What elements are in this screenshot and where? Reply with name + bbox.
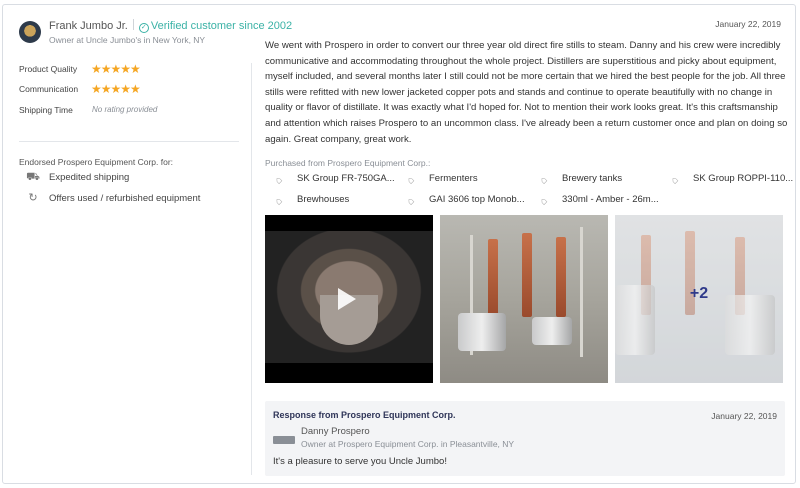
response-date: January 22, 2019 <box>711 411 777 421</box>
check-circle-icon: ✓ <box>138 23 149 33</box>
reviewer-name[interactable]: Frank Jumbo Jr. <box>49 20 128 32</box>
review-video[interactable] <box>265 215 433 383</box>
company-response: Response from Prospero Equipment Corp. J… <box>265 401 785 476</box>
more-photos[interactable]: +2 <box>615 215 783 383</box>
endorse-title: Endorsed Prospero Equipment Corp. for: <box>19 157 174 167</box>
photo-detail <box>522 233 532 317</box>
photo-detail <box>532 317 572 345</box>
reviewer-title: Owner at Uncle Jumbo's in New York, NY <box>49 35 206 45</box>
tag-icon: ⌂ <box>537 195 550 208</box>
review-photo[interactable] <box>440 215 608 383</box>
product-tag[interactable]: ⌂ Fermenters <box>404 173 478 187</box>
tag-icon: ⌂ <box>272 174 285 187</box>
column-divider <box>251 63 252 475</box>
endorsement-used-equipment: ↻ Offers used / refurbished equipment <box>25 191 200 205</box>
tag-icon: ⌂ <box>404 195 417 208</box>
photo-detail <box>488 239 498 317</box>
star-rating: ★★★★★ <box>91 62 141 76</box>
photo-detail <box>580 227 583 357</box>
responder-role: Owner at Prospero Equipment Corp. in Ple… <box>301 439 515 449</box>
product-tag[interactable]: ⌂ Brewery tanks <box>537 173 622 187</box>
refresh-icon: ↻ <box>28 192 38 204</box>
reviewer-header: Frank Jumbo Jr. ✓ Verified customer since … <box>49 19 292 33</box>
company-logo <box>273 436 295 444</box>
purchased-label: Purchased from Prospero Equipment Corp.: <box>265 158 431 168</box>
review-body: We went with Prospero in order to conver… <box>265 40 788 145</box>
play-icon[interactable] <box>338 288 356 310</box>
star-rating: ★★★★★ <box>91 82 141 96</box>
product-tag[interactable]: ⌂ GAI 3606 top Monob... <box>404 194 525 208</box>
tag-icon: ⌂ <box>537 174 550 187</box>
review-card: Frank Jumbo Jr. ✓ Verified customer since … <box>2 4 796 484</box>
product-tag[interactable]: ⌂ SK Group FR-750GA... <box>272 173 395 187</box>
tag-icon: ⌂ <box>272 195 285 208</box>
rating-label: Product Quality <box>19 64 78 74</box>
rating-label: Communication <box>19 84 79 94</box>
photo-detail <box>556 237 566 317</box>
no-rating-text: No rating provided <box>92 105 158 114</box>
endorsement-expedited-shipping: ⛟ Expedited shipping <box>26 171 130 183</box>
rating-shipping-time: Shipping Time No rating provided <box>19 105 259 119</box>
truck-icon: ⛟ <box>26 171 40 183</box>
tag-icon: ⌂ <box>668 174 681 187</box>
tag-icon: ⌂ <box>404 174 417 187</box>
response-text: It's a pleasure to serve you Uncle Jumbo… <box>273 456 447 467</box>
reviewer-avatar <box>19 21 41 43</box>
verified-badge: ✓ Verified customer since 2002 <box>138 20 292 33</box>
responder-name: Danny Prospero <box>301 426 370 437</box>
more-photos-count: +2 <box>689 285 709 302</box>
photo-detail <box>458 313 506 351</box>
response-title: Response from Prospero Equipment Corp. <box>273 410 456 420</box>
product-tag[interactable]: ⌂ Brewhouses <box>272 194 349 208</box>
rating-communication: Communication ★★★★★ <box>19 82 259 98</box>
divider <box>132 19 134 30</box>
product-tag[interactable]: ⌂ 330ml - Amber - 26m... <box>537 194 659 208</box>
rating-product-quality: Product Quality ★★★★★ <box>19 62 259 78</box>
review-date: January 22, 2019 <box>715 19 781 29</box>
product-tag[interactable]: ⌂ SK Group ROPPI-110... <box>668 173 793 187</box>
divider <box>19 141 239 142</box>
rating-label: Shipping Time <box>19 105 73 115</box>
